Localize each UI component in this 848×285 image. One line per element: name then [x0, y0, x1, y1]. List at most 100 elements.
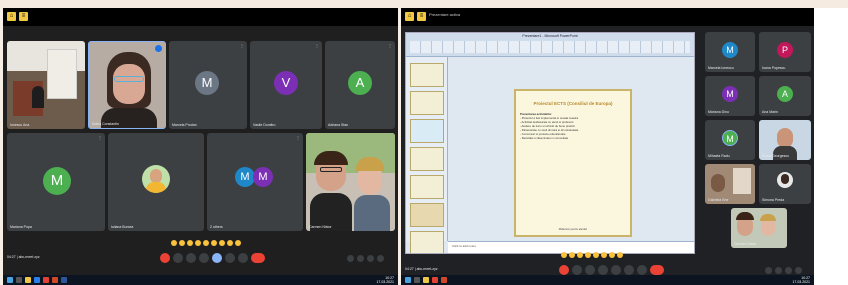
participant-tile[interactable]: A ⋮ Adriana Stan	[325, 41, 395, 129]
emoji-icon[interactable]	[211, 240, 217, 246]
slide-thumbnail[interactable]	[410, 119, 444, 143]
participant-tile[interactable]: Gabriela Ene	[705, 164, 755, 204]
more-options-icon[interactable]	[637, 265, 647, 275]
current-slide[interactable]: Proiectul ECTS (Consiliul de Europa) Pre…	[514, 89, 632, 237]
slide-thumbnail[interactable]	[410, 175, 444, 199]
info-icon[interactable]	[347, 254, 354, 262]
participant-name: Ionescu Ana	[10, 123, 30, 127]
info-icon[interactable]	[765, 266, 772, 274]
ribbon-toolbar[interactable]	[410, 41, 690, 53]
participant-tile[interactable]: Elena Georgescu	[759, 120, 811, 160]
camera-icon[interactable]	[572, 265, 582, 275]
raise-hand-icon[interactable]	[225, 253, 235, 263]
participant-tile[interactable]: M M ⋮ 2 others	[207, 133, 303, 231]
participant-tile[interactable]: V ⋮ Vasile Dumitru	[250, 41, 322, 129]
slide-thumbnail[interactable]	[410, 91, 444, 115]
person-hair	[760, 214, 776, 221]
search-icon[interactable]	[16, 277, 22, 283]
word-icon[interactable]	[61, 277, 67, 283]
participant-tile[interactable]: Simona Preda	[759, 164, 811, 204]
participant-tile[interactable]: M Mariana Dinu	[705, 76, 755, 116]
mic-off-icon[interactable]	[160, 253, 170, 263]
chat-icon[interactable]	[785, 266, 792, 274]
person-shoulders	[354, 195, 390, 231]
emoji-icon[interactable]	[235, 240, 241, 246]
emoji-icon[interactable]	[601, 252, 607, 258]
search-icon[interactable]	[414, 277, 420, 283]
activities-icon[interactable]	[795, 266, 802, 274]
emoji-icon[interactable]	[593, 252, 599, 258]
powerpoint-icon[interactable]	[52, 277, 58, 283]
slide-thumbnail[interactable]	[410, 231, 444, 253]
participant-tile[interactable]: M Mihaela Radu	[705, 120, 755, 160]
emoji-icon[interactable]	[219, 240, 225, 246]
reactions-bar[interactable]	[561, 252, 623, 260]
bezel-button-icon[interactable]: ≡	[19, 12, 28, 21]
file-explorer-icon[interactable]	[25, 277, 31, 283]
emoji-icon[interactable]	[203, 240, 209, 246]
raise-hand-icon[interactable]	[624, 265, 634, 275]
end-call-icon[interactable]	[251, 253, 265, 263]
emoji-reaction-icon[interactable]	[598, 265, 608, 275]
windows-start-icon[interactable]	[405, 277, 411, 283]
taskbar-clock: 10:27 17.03.2021	[792, 276, 810, 284]
emoji-icon[interactable]	[569, 252, 575, 258]
emoji-icon[interactable]	[179, 240, 185, 246]
participant-tile[interactable]: Ionescu Ana	[7, 41, 85, 129]
more-options-icon[interactable]: ⋮	[240, 43, 244, 48]
mic-off-icon[interactable]	[559, 265, 569, 275]
emoji-icon[interactable]	[585, 252, 591, 258]
reactions-bar[interactable]	[171, 240, 241, 248]
person-face	[777, 128, 793, 148]
participant-tile[interactable]: M Marcela Ionescu	[705, 32, 755, 72]
participant-name: Ioana Popescu	[762, 66, 786, 70]
emoji-icon[interactable]	[171, 240, 177, 246]
participant-tile[interactable]: P Ioana Popescu	[759, 32, 811, 72]
emoji-icon[interactable]	[187, 240, 193, 246]
camera-icon[interactable]	[173, 253, 183, 263]
participant-tile[interactable]: A Ana Marin	[759, 76, 811, 116]
emoji-icon[interactable]	[195, 240, 201, 246]
emoji-icon[interactable]	[561, 252, 567, 258]
more-options-icon[interactable]: ⋮	[315, 43, 319, 48]
bezel-button-icon[interactable]: ≡	[417, 12, 426, 21]
captions-icon[interactable]	[585, 265, 595, 275]
activities-icon[interactable]	[377, 254, 384, 262]
speaking-indicator-icon	[155, 45, 162, 52]
present-icon[interactable]	[212, 253, 222, 263]
more-options-icon[interactable]	[238, 253, 248, 263]
emoji-reaction-icon[interactable]	[199, 253, 209, 263]
slide-thumbnail[interactable]	[410, 63, 444, 87]
participant-tile[interactable]: Iuliana Burcea	[108, 133, 204, 231]
chrome-icon[interactable]	[43, 277, 49, 283]
file-explorer-icon[interactable]	[423, 277, 429, 283]
participant-tile[interactable]: M ⋮ Mariana Popa	[7, 133, 105, 231]
bezel-button-icon[interactable]: ⌂	[7, 12, 16, 21]
chat-icon[interactable]	[367, 254, 374, 262]
emoji-icon[interactable]	[227, 240, 233, 246]
more-options-icon[interactable]: ⋮	[98, 135, 102, 140]
end-call-icon[interactable]	[650, 265, 664, 275]
more-options-icon[interactable]: ⋮	[296, 135, 300, 140]
participant-tile[interactable]: M ⋮ Marcela Prodan	[169, 41, 247, 129]
participant-name: Vasile Dumitru	[253, 123, 276, 127]
slide-thumbnail[interactable]	[410, 147, 444, 171]
more-options-icon[interactable]: ⋮	[388, 43, 392, 48]
participant-tile[interactable]: Carmen Nistor	[731, 208, 787, 248]
emoji-icon[interactable]	[617, 252, 623, 258]
participant-tile-active[interactable]: Doina Constantin	[88, 41, 166, 129]
participant-tile[interactable]: Carmen Nistor	[306, 133, 395, 231]
slide-thumbnail[interactable]	[410, 203, 444, 227]
people-icon[interactable]	[775, 266, 782, 274]
people-icon[interactable]	[357, 254, 364, 262]
chrome-icon[interactable]	[432, 277, 438, 283]
powerpoint-icon[interactable]	[441, 277, 447, 283]
emoji-icon[interactable]	[609, 252, 615, 258]
captions-icon[interactable]	[186, 253, 196, 263]
windows-start-icon[interactable]	[7, 277, 13, 283]
participant-name: Doina Constantin	[92, 122, 119, 126]
bezel-button-icon[interactable]: ⌂	[405, 12, 414, 21]
present-icon[interactable]	[611, 265, 621, 275]
emoji-icon[interactable]	[577, 252, 583, 258]
edge-icon[interactable]	[34, 277, 40, 283]
